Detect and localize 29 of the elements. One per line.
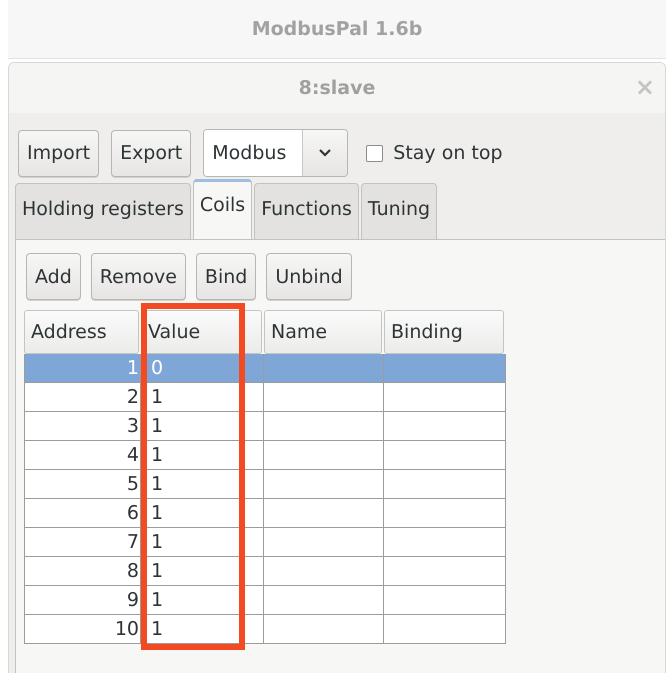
- table-cell: 3: [24, 412, 141, 441]
- table-cell: 10: [24, 615, 141, 644]
- action-button[interactable]: Unbind: [266, 253, 352, 300]
- window-title: 8:slave: [298, 77, 376, 99]
- action-button[interactable]: Bind: [196, 253, 256, 300]
- checkbox-label: Stay on top: [393, 142, 503, 164]
- table-cell: 8: [24, 557, 141, 586]
- table-cell: 1: [24, 354, 141, 383]
- protocol-dropdown[interactable]: Modbus: [203, 129, 348, 177]
- action-button[interactable]: Add: [26, 253, 81, 300]
- tab[interactable]: Coils: [192, 179, 252, 239]
- table-cell: 9: [24, 586, 141, 615]
- column-header[interactable]: Address: [24, 310, 139, 354]
- table-cell: 6: [24, 499, 141, 528]
- table-cell: 7: [24, 528, 141, 557]
- column-header[interactable]: Name: [264, 310, 382, 354]
- toolbar-button[interactable]: Export: [111, 130, 192, 176]
- chevron-down-icon: [318, 148, 332, 158]
- table-cell: 2: [24, 383, 141, 412]
- table-cell: 4: [24, 441, 141, 470]
- action-button[interactable]: Remove: [90, 253, 186, 300]
- tab[interactable]: Functions: [254, 183, 359, 239]
- tab[interactable]: Tuning: [360, 183, 438, 239]
- column-header[interactable]: Binding: [384, 310, 504, 354]
- toolbar-button[interactable]: Import: [18, 130, 100, 176]
- app-title: ModbusPal 1.6b: [252, 18, 422, 40]
- table-cell: 5: [24, 470, 141, 499]
- checkbox[interactable]: [366, 144, 384, 162]
- tab[interactable]: Holding registers: [15, 183, 191, 239]
